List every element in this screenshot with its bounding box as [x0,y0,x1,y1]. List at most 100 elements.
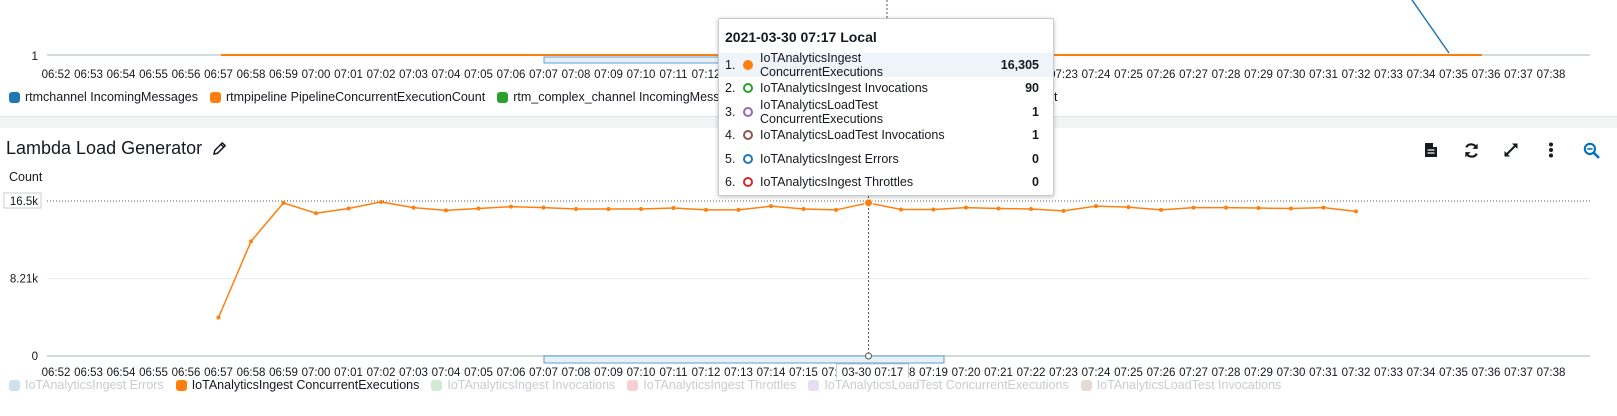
top-x-tick-label: 07:02 [367,69,396,81]
data-point[interactable] [1354,209,1358,214]
top-x-tick-label: 06:53 [74,69,103,81]
data-point[interactable] [411,205,416,210]
data-point[interactable] [1126,205,1131,210]
legend-item[interactable]: IoTAnalyticsLoadTest ConcurrentExecution… [808,378,1069,392]
top-x-tick-label: 07:08 [562,69,591,81]
bottom-range-selector[interactable] [543,355,945,364]
x-tick-label: 07:09 [594,367,623,378]
data-point[interactable] [444,208,448,213]
top-legend-item[interactable]: rtmchannel IncomingMessages [9,90,198,104]
legend-item[interactable]: IoTAnalyticsIngest ConcurrentExecutions [175,378,420,392]
top-x-tick-label: 07:33 [1374,69,1403,81]
tooltip-row: 3. IoTAnalyticsLoadTest ConcurrentExecuti… [719,97,1053,126]
legend-swatch [431,379,443,391]
data-point[interactable] [1094,204,1098,209]
data-point[interactable] [736,207,741,212]
hover-tooltip: 2021-03-30 07:17 Local 1. IoTAnalyticsIng… [718,18,1054,196]
x-tick-label: 07:28 [1212,367,1241,378]
tooltip-series-value: 0 [1032,175,1039,190]
data-point[interactable] [1061,208,1066,213]
top-x-tick-label: 07:35 [1439,69,1468,81]
tooltip-row: 1. IoTAnalyticsIngest ConcurrentExecution… [719,51,1053,79]
data-point[interactable] [1029,206,1033,211]
legend-item[interactable]: IoTAnalyticsIngest Throttles [627,378,796,392]
series-group [216,199,1358,320]
x-tick-label: 07:26 [1147,367,1176,378]
legend-item[interactable]: IoTAnalyticsIngest Invocations [431,378,615,392]
x-tick-label: 06:58 [237,367,266,378]
tooltip-rows: 1. IoTAnalyticsIngest ConcurrentExecution… [719,51,1053,194]
data-point[interactable] [216,315,221,320]
tooltip-title: 2021-03-30 07:17 Local [725,29,877,45]
data-point[interactable] [899,207,903,212]
data-point[interactable] [1289,206,1293,211]
series-marker-icon [743,106,753,117]
data-point[interactable] [931,207,936,212]
data-point[interactable] [1321,205,1326,210]
data-point[interactable] [574,206,578,211]
data-point[interactable] [704,207,708,212]
y-tick-label: 16.5k [10,196,38,208]
data-point[interactable] [964,205,968,210]
top-legend-item[interactable]: rtmpipeline PipelineConcurrentExecutionC… [210,90,485,104]
tooltip-row: 2. IoTAnalyticsIngest Invocations 90 [719,77,1053,101]
top-legend-tail: t [1054,90,1058,104]
data-point[interactable] [1191,205,1196,210]
x-tick-label: 07:27 [1179,367,1208,378]
x-tick-label: 07:07 [529,367,558,378]
data-point[interactable] [346,206,351,211]
top-x-tick-label: 07:36 [1472,69,1501,81]
data-point[interactable] [541,205,546,210]
data-point[interactable] [801,206,806,211]
top-legend-item[interactable]: rtm_complex_channel IncomingMessage [497,90,740,104]
top-x-tick-label: 07:00 [302,69,331,81]
data-point[interactable] [509,204,513,209]
x-tick-label: 07:38 [1537,367,1566,378]
tooltip-series-value: 0 [1032,151,1039,166]
data-point[interactable] [249,239,253,244]
legend-label: IoTAnalyticsIngest Throttles [643,378,797,392]
x-tick-label: 06:55 [139,367,168,378]
data-point[interactable] [314,211,318,216]
legend-swatch [1080,379,1092,391]
x-tick-label: 07:25 [1114,367,1143,378]
tooltip-row-number: 1. [725,57,736,72]
tooltip-series-name: IoTAnalyticsLoadTest ConcurrentExecution… [760,97,883,126]
data-point[interactable] [996,206,1001,211]
x-tick-label: 07:29 [1244,367,1273,378]
legend-swatch [9,91,20,103]
legend-label: IoTAnalyticsIngest ConcurrentExecutions [191,378,420,392]
data-point[interactable] [769,204,773,209]
top-x-tick-label: 07:34 [1407,69,1436,81]
series-marker-icon [743,83,753,94]
top-range-selector[interactable] [543,56,745,64]
legend-item[interactable]: IoTAnalyticsIngest Errors [9,378,164,392]
series-marker-icon [743,130,753,141]
data-point[interactable] [639,206,643,211]
data-point[interactable] [1159,207,1163,212]
legend-label: rtm_complex_channel IncomingMessage [513,90,741,104]
data-point[interactable] [476,206,481,211]
data-point[interactable] [671,206,676,211]
data-point[interactable] [1224,205,1228,210]
top-x-tick-label: 07:07 [529,69,558,81]
top-x-tick-label: 07:25 [1114,69,1143,81]
data-point[interactable] [834,207,838,212]
data-point[interactable] [606,206,611,211]
tooltip-series-value: 90 [1025,81,1039,96]
legend-swatch [497,91,509,103]
legend-item[interactable]: IoTAnalyticsLoadTest Invocations [1080,378,1281,392]
legend-swatch [9,379,20,391]
data-point[interactable] [281,200,286,205]
hover-point-marker [864,198,873,208]
data-point[interactable] [1256,206,1261,211]
legend-swatch [175,379,187,391]
tooltip-row: 4. IoTAnalyticsLoadTest Invocations 1 [719,124,1053,148]
y-tick-label: 8.21k [10,274,38,286]
x-tick-label: 06:59 [269,367,298,378]
x-tick-label: 07:02 [367,367,396,378]
legend-label: rtmpipeline PipelineConcurrentExecutionC… [226,90,486,104]
x-tick-label: 07:00 [302,367,331,378]
data-point[interactable] [379,199,383,204]
x-tick-label: 06:57 [204,367,233,378]
